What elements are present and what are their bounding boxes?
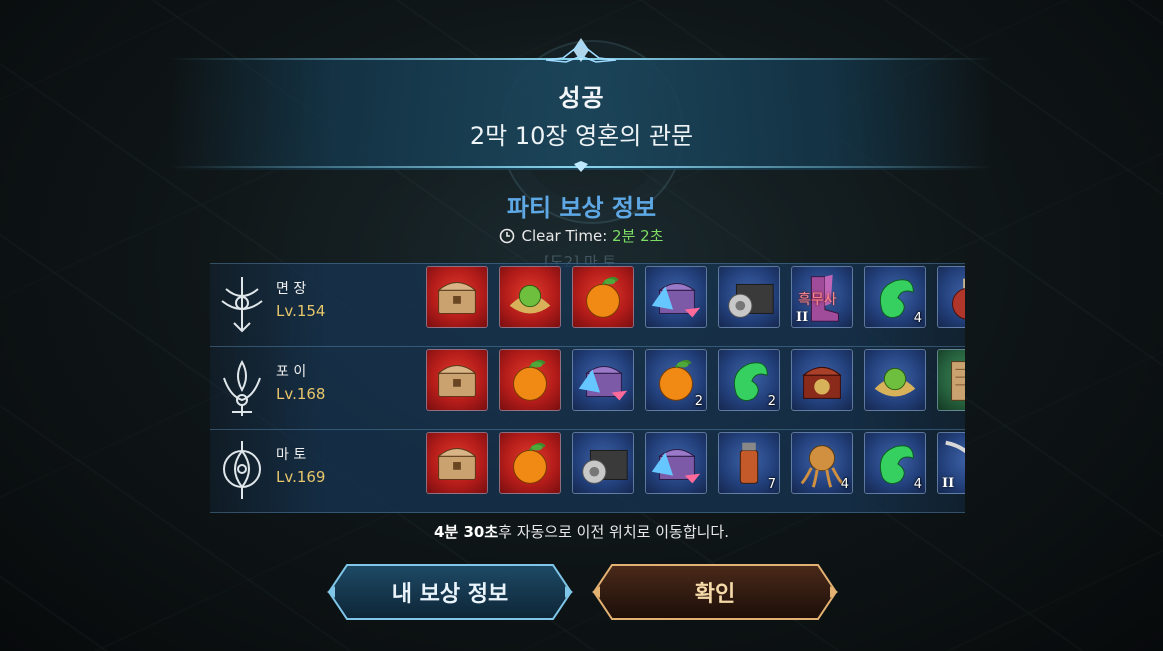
banner-crest-icon [545, 38, 617, 63]
item-quantity: 4 [913, 311, 922, 326]
reward-item[interactable]: 7 [718, 432, 780, 494]
red-potion-icon [952, 278, 965, 320]
reward-items: 7 4 4 II [426, 432, 965, 498]
crystal-chest-icon [651, 282, 701, 318]
class-emblem-icon [223, 359, 261, 416]
item-quantity: 4 [840, 477, 849, 492]
confirm-button[interactable]: 확인 [590, 562, 840, 622]
treasure-chest-icon [437, 365, 477, 397]
banner-bottom-crest-icon [574, 161, 588, 172]
reward-item[interactable]: 흑무사 II [791, 266, 853, 328]
party-reward-title: 파티 보상 정보 [506, 194, 657, 222]
orange-fruit-icon [513, 359, 547, 401]
clear-time-value: 2분 2초 [612, 227, 664, 245]
reward-item[interactable] [864, 349, 926, 411]
player-name: 면 장 [276, 281, 307, 297]
reward-item[interactable] [645, 266, 707, 328]
orange-fruit-icon [513, 442, 547, 484]
player-level: Lv.168 [276, 385, 326, 403]
reward-item[interactable] [718, 266, 780, 328]
reward-item[interactable] [499, 266, 561, 328]
class-emblem-icon [221, 277, 263, 333]
orange-fruit-icon [586, 276, 620, 318]
result-status-title: 성공 [558, 84, 605, 112]
item-tier-badge: II [796, 310, 809, 325]
reward-item[interactable]: 4 [791, 432, 853, 494]
reward-item[interactable] [572, 266, 634, 328]
item-quantity: 7 [767, 477, 776, 492]
party-reward-list: 면 장 Lv.154 흑무사 II 4 포 이 Lv.168 22 마 토 Lv.1… [210, 263, 965, 513]
scroll-book-icon [951, 361, 965, 401]
reward-item[interactable]: 4 [864, 266, 926, 328]
reward-item[interactable] [426, 349, 488, 411]
treasure-chest-icon [437, 282, 477, 314]
auto-move-message: 후 자동으로 이전 위치로 이동합니다. [498, 523, 729, 541]
clear-time-label: Clear Time: [521, 227, 608, 245]
reward-item[interactable] [499, 349, 561, 411]
result-banner [170, 58, 993, 170]
reward-item[interactable]: 2 [645, 349, 707, 411]
item-tier-badge: II [942, 476, 955, 491]
my-reward-button[interactable]: 내 보상 정보 [325, 562, 575, 622]
item-quantity: 2 [694, 394, 703, 409]
item-quantity: 4 [913, 477, 922, 492]
player-name: 포 이 [276, 364, 307, 380]
clock-icon [500, 228, 515, 244]
player-level: Lv.154 [276, 302, 326, 320]
crystal-chest-icon [651, 448, 701, 484]
crystal-chest-icon [578, 365, 628, 401]
auto-move-notice: 4분 30초후 자동으로 이전 위치로 이동합니다. [0, 521, 1163, 542]
player-row: 포 이 Lv.168 22 [210, 346, 965, 429]
green-orb-cloth-icon [509, 284, 551, 314]
treasure-chest-icon [437, 448, 477, 480]
confirm-button-label: 확인 [694, 582, 736, 607]
item-overlay-text: 흑무사 [798, 292, 837, 308]
reward-item[interactable] [426, 266, 488, 328]
reward-item[interactable] [572, 432, 634, 494]
green-orb-cloth-icon [874, 367, 916, 397]
reward-item[interactable] [645, 432, 707, 494]
player-row: 면 장 Lv.154 흑무사 II 4 [210, 263, 965, 346]
reward-items: 22 [426, 349, 965, 415]
reward-item[interactable]: 2 [718, 349, 780, 411]
reward-item[interactable] [572, 349, 634, 411]
reward-item[interactable] [937, 266, 965, 328]
class-emblem-icon [223, 441, 261, 499]
clear-time: Clear Time: 2분 2초 [0, 225, 1163, 246]
my-reward-button-label: 내 보상 정보 [391, 582, 509, 607]
reward-item[interactable]: 4 [864, 432, 926, 494]
coin-chest-icon [728, 283, 774, 318]
red-ornate-chest-icon [802, 366, 842, 399]
reward-items: 흑무사 II 4 [426, 266, 965, 332]
player-level: Lv.169 [276, 468, 326, 486]
player-row: 마 토 Lv.169 7 4 4 II [210, 429, 965, 513]
reward-item[interactable] [791, 349, 853, 411]
reward-item[interactable]: II [937, 432, 965, 494]
reward-item[interactable] [937, 349, 965, 411]
reward-item[interactable] [426, 432, 488, 494]
player-name: 마 토 [276, 447, 307, 463]
item-quantity: 2 [767, 394, 776, 409]
stage-name: 2막 10장 영혼의 관문 [469, 122, 694, 150]
coin-chest-icon [582, 449, 628, 484]
reward-item[interactable] [499, 432, 561, 494]
auto-move-time: 4분 30초 [434, 523, 499, 541]
